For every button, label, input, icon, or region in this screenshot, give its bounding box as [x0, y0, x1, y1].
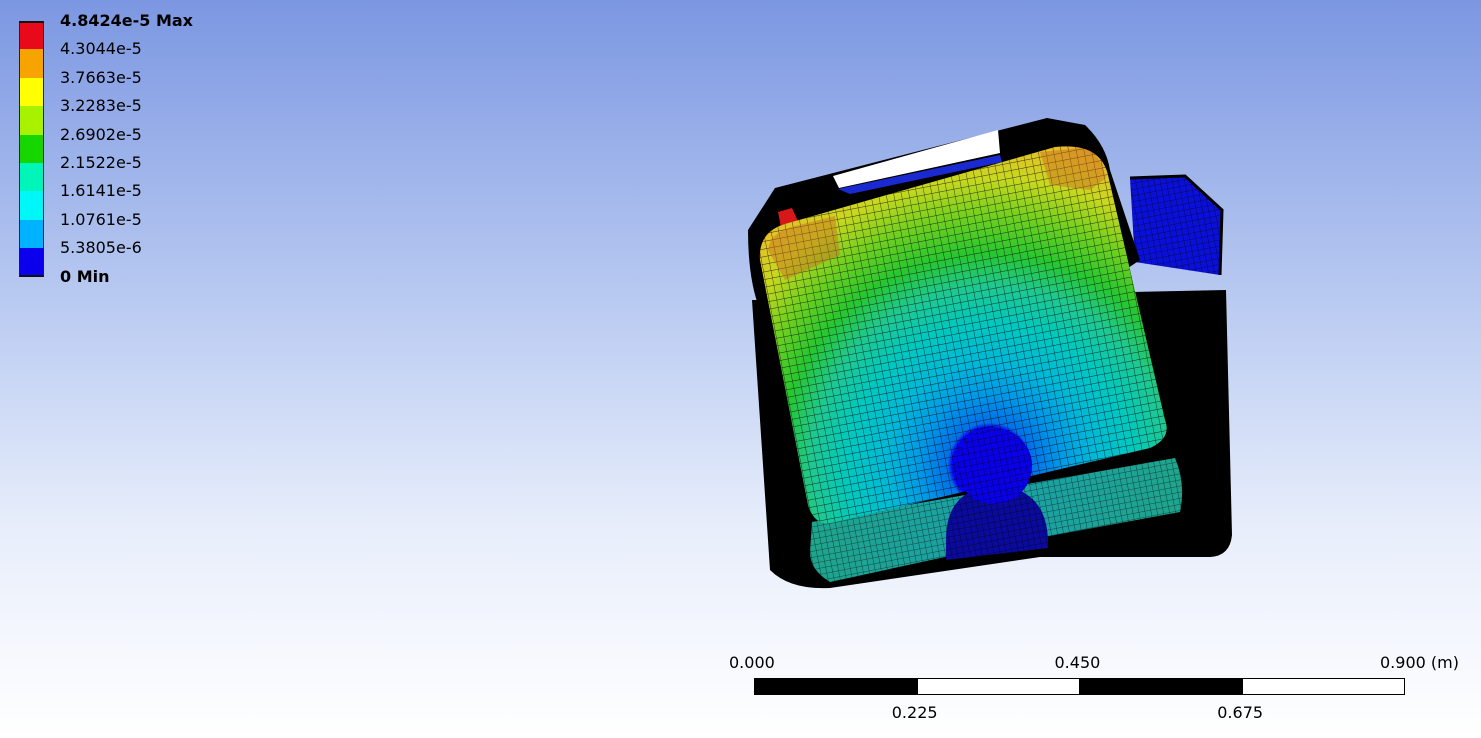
- scale-bar-top-label: 0.450: [1054, 653, 1101, 672]
- scale-bar-segment: [1242, 678, 1405, 695]
- graphics-viewport[interactable]: [0, 0, 1481, 620]
- scale-bar-segment: [754, 678, 917, 695]
- scale-bar-segment: [1079, 678, 1243, 695]
- scale-bar-bottom-label: 0.225: [891, 703, 938, 722]
- scale-bar-top-label: 0.900 (m): [1380, 653, 1459, 672]
- scale-bar-segment: [916, 678, 1080, 695]
- scale-bar-top-label: 0.000: [729, 653, 775, 672]
- scale-bar: 0.000 0.450 0.900 (m) 0.225 0.675: [700, 640, 1481, 738]
- scale-bar-bottom-label: 0.675: [1217, 703, 1264, 722]
